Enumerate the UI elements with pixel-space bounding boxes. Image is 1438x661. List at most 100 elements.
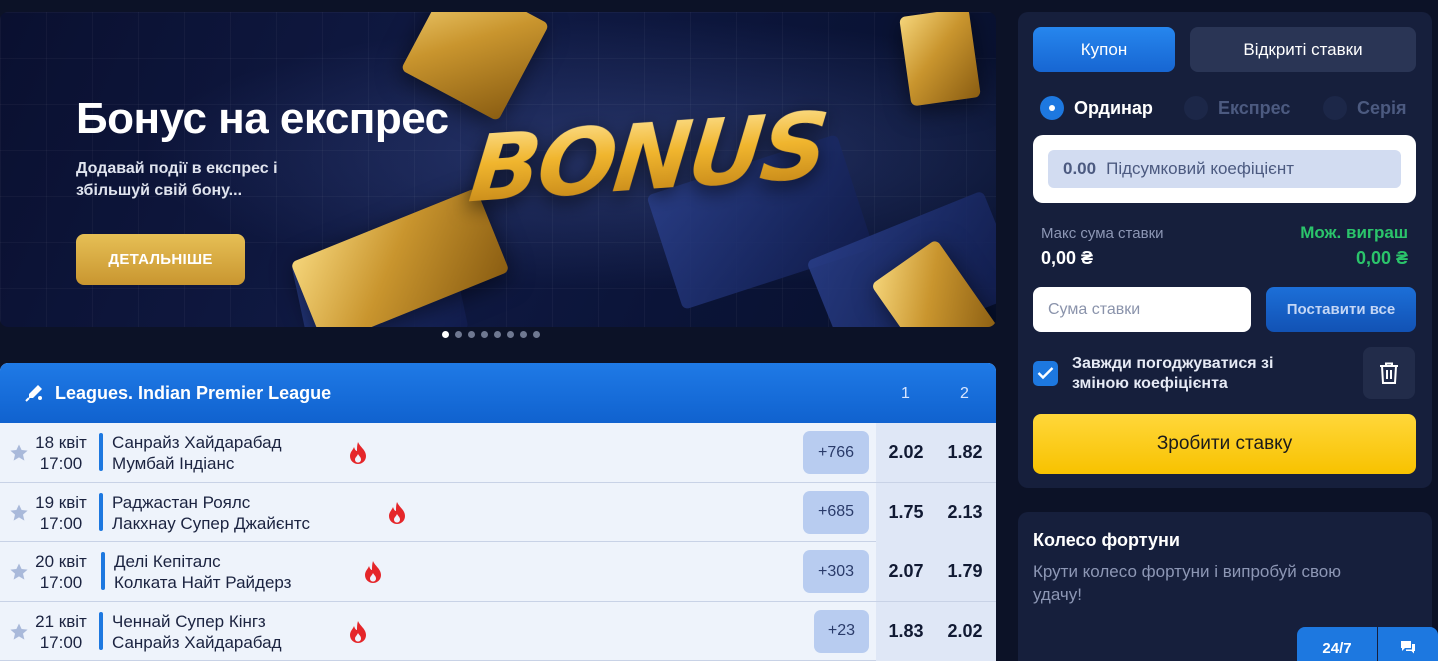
col-header-1: 1 <box>901 385 910 402</box>
radio-series-label: Серія <box>1357 97 1407 118</box>
team-away: Санрайз Хайдарабад <box>112 632 282 652</box>
favorite-star-icon[interactable] <box>9 562 29 582</box>
accept-changes-label[interactable]: Завжди погоджуватися зі зміною коефіцієн… <box>1072 354 1312 394</box>
match-date: 18 квіт <box>35 433 87 452</box>
team-home: Санрайз Хайдарабад <box>112 433 282 452</box>
tab-open-bets[interactable]: Відкриті ставки <box>1190 27 1416 72</box>
total-coefficient-label: Підсумковий коефіцієнт <box>1106 159 1294 178</box>
league-name: Leagues. Indian Premier League <box>55 383 332 403</box>
odd-2[interactable]: 1.82 <box>943 442 987 463</box>
banner-dot[interactable] <box>442 331 449 338</box>
match-time: 17:00 <box>39 454 83 473</box>
more-markets-button[interactable]: +23 <box>814 609 869 653</box>
place-bet-button[interactable]: Зробити ставку <box>1033 414 1416 474</box>
match-row[interactable]: 21 квіт 17:00 Ченнай Супер Кінгз Санрайз Х… <box>0 601 996 661</box>
match-row[interactable]: 20 квіт 17:00 Делі Кепіталс Колката Найт Р… <box>0 542 996 602</box>
team-home: Делі Кепіталс <box>114 552 221 571</box>
banner-dot[interactable] <box>468 331 475 338</box>
more-markets-button[interactable]: +685 <box>803 490 869 534</box>
col-header-2: 2 <box>960 385 969 402</box>
hot-fire-icon <box>348 441 368 465</box>
match-teams[interactable]: Делі Кепіталс Колката Найт Райдерз <box>114 551 291 593</box>
banner-dot[interactable] <box>494 331 501 338</box>
trash-icon <box>1380 362 1398 384</box>
match-teams[interactable]: Ченнай Супер Кінгз Санрайз Хайдарабад <box>112 611 282 653</box>
radio-single[interactable]: Ординар <box>1040 96 1153 120</box>
chat-button[interactable] <box>1378 627 1438 661</box>
possible-win-value: 0,00 ₴ <box>1355 248 1408 268</box>
match-date: 20 квіт <box>35 552 87 571</box>
max-stake-value: 0,00 ₴ <box>1041 248 1094 268</box>
banner-text: Додавай події в експрес і збільшуй свій … <box>76 160 278 199</box>
bet-all-button[interactable]: Поставити все <box>1266 287 1416 332</box>
radio-express[interactable]: Експрес <box>1184 96 1290 120</box>
banner-details-button[interactable]: ДЕТАЛЬНІШЕ <box>76 234 245 285</box>
favorite-star-icon[interactable] <box>9 503 29 523</box>
radio-series[interactable]: Серія <box>1323 96 1407 120</box>
match-teams[interactable]: Санрайз Хайдарабад Мумбай Індіанс <box>112 432 282 474</box>
tab-coupon[interactable]: Купон <box>1033 27 1175 72</box>
total-coefficient: 0.00 Підсумковий коефіцієнт <box>1048 150 1401 188</box>
more-markets-button[interactable]: +303 <box>803 550 869 593</box>
row-divider <box>99 611 103 650</box>
match-teams[interactable]: Раджастан Роялс Лакхнау Супер Джайєнтс <box>112 492 310 534</box>
hot-fire-icon <box>348 620 368 644</box>
more-markets-button[interactable]: +766 <box>803 431 869 474</box>
favorite-star-icon[interactable] <box>9 622 29 642</box>
stake-amount-input[interactable] <box>1033 287 1251 332</box>
team-away: Колката Найт Райдерз <box>114 573 292 592</box>
radio-single-label: Ординар <box>1074 97 1153 118</box>
support-247-button[interactable]: 24/7 <box>1297 627 1377 661</box>
odd-1[interactable]: 2.07 <box>884 561 928 582</box>
match-time: 17:00 <box>39 632 83 652</box>
total-coefficient-box: 0.00 Підсумковий коефіцієнт <box>1033 135 1416 203</box>
match-datetime: 18 квіт 17:00 <box>29 432 93 474</box>
banner-dot[interactable] <box>520 331 527 338</box>
match-datetime: 19 квіт 17:00 <box>29 492 93 534</box>
radio-checked-icon <box>1040 96 1064 120</box>
league-header[interactable]: Leagues. Indian Premier League 1 2 <box>0 363 996 423</box>
row-divider <box>99 492 103 531</box>
fortune-title: Колесо фортуни <box>1033 530 1180 550</box>
match-time: 17:00 <box>39 513 83 533</box>
possible-win-label: Мож. виграш <box>1300 223 1408 242</box>
match-row[interactable]: 19 квіт 17:00 Раджастан Роялс Лакхнау Супе… <box>0 482 996 542</box>
banner-dot[interactable] <box>481 331 488 338</box>
chat-icon <box>1401 641 1415 654</box>
row-divider <box>101 552 105 590</box>
odd-2[interactable]: 2.13 <box>943 502 987 523</box>
odd-2[interactable]: 2.02 <box>943 621 987 642</box>
match-time: 17:00 <box>39 573 83 592</box>
favorite-star-icon[interactable] <box>9 443 29 463</box>
match-datetime: 21 квіт 17:00 <box>29 611 93 653</box>
odd-1[interactable]: 1.83 <box>884 621 928 642</box>
banner-dot[interactable] <box>533 331 540 338</box>
banner-title: Бонус на експрес <box>76 94 449 143</box>
clear-slip-button[interactable] <box>1363 347 1415 399</box>
hot-fire-icon <box>363 560 383 584</box>
match-date: 19 квіт <box>35 492 87 512</box>
banner-decor-card <box>899 12 981 107</box>
team-home: Ченнай Супер Кінгз <box>112 611 266 631</box>
total-coefficient-value: 0.00 <box>1063 159 1097 178</box>
match-datetime: 20 квіт 17:00 <box>29 551 93 593</box>
matches-table: Leagues. Indian Premier League 1 2 18 кв… <box>0 363 996 661</box>
radio-express-label: Експрес <box>1218 97 1291 118</box>
radio-unchecked-icon <box>1184 96 1208 120</box>
support-widget: 24/7 <box>1297 627 1438 661</box>
row-divider <box>99 433 103 471</box>
promo-banner[interactable]: BONUS Бонус на експрес Додавай події в е… <box>0 12 996 327</box>
banner-dot[interactable] <box>455 331 462 338</box>
match-row[interactable]: 18 квіт 17:00 Санрайз Хайдарабад Мумбай Ін… <box>0 423 996 483</box>
odd-1[interactable]: 1.75 <box>884 502 928 523</box>
team-away: Мумбай Індіанс <box>112 454 235 473</box>
team-away: Лакхнау Супер Джайєнтс <box>112 513 311 533</box>
odd-2[interactable]: 1.79 <box>943 561 987 582</box>
banner-dot[interactable] <box>507 331 514 338</box>
odd-1[interactable]: 2.02 <box>884 442 928 463</box>
max-stake-label: Макс сума ставки <box>1041 225 1164 242</box>
accept-changes-checkbox[interactable] <box>1033 361 1058 386</box>
team-home: Раджастан Роялс <box>112 492 251 512</box>
match-date: 21 квіт <box>35 611 87 631</box>
fortune-text: Крути колесо фортуни і випробуй свою уда… <box>1033 562 1342 604</box>
